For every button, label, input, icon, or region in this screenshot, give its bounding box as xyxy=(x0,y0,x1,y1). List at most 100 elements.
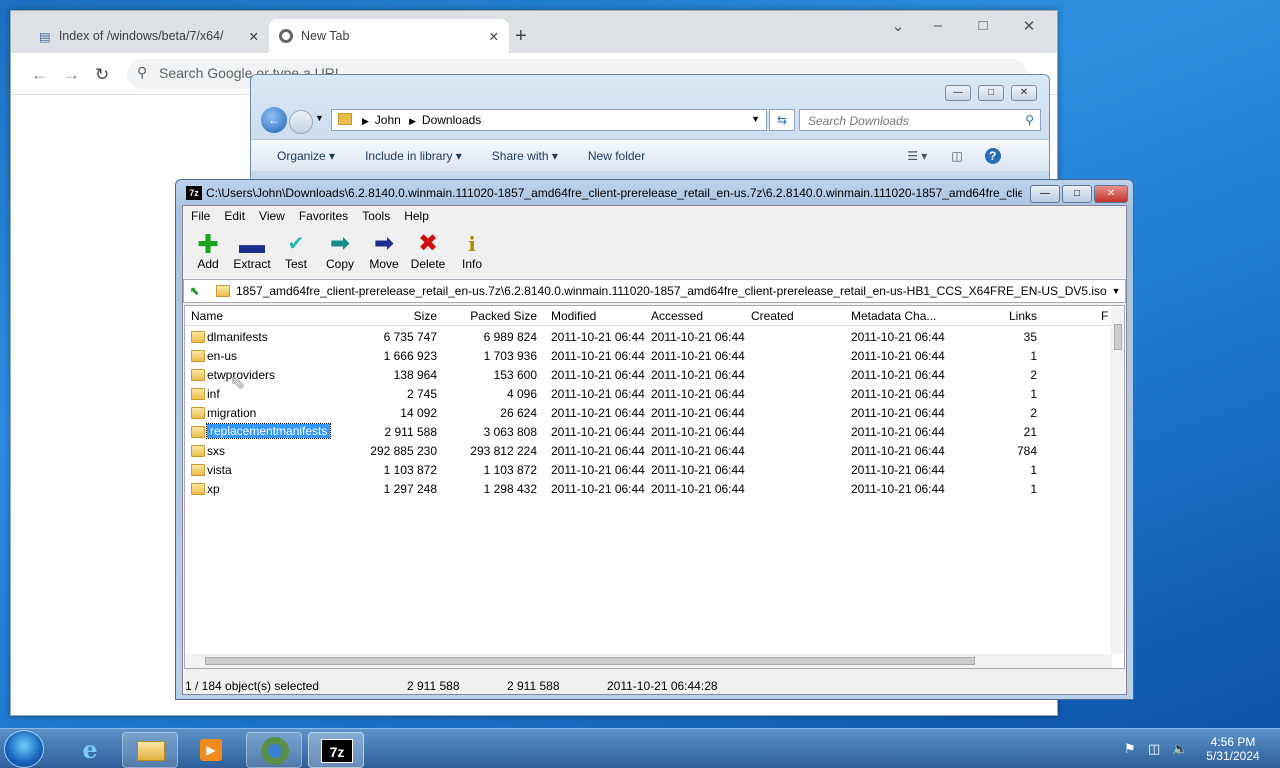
breadcrumb-john[interactable]: John xyxy=(375,113,401,127)
file-row[interactable]: etwproviders 138 964 153 600 2011-10-21 06:… xyxy=(185,366,1112,385)
file-explorer-icon[interactable] xyxy=(122,732,178,768)
menu-view[interactable]: View xyxy=(259,209,285,226)
network-icon[interactable]: ◫ xyxy=(1148,741,1160,757)
col-name[interactable]: Name xyxy=(191,309,223,323)
up-folder-icon[interactable]: ⬉ xyxy=(184,284,206,298)
forward-icon[interactable]: → xyxy=(63,65,80,85)
row-size: 138 964 xyxy=(393,368,437,382)
flag-icon[interactable]: ⚑ xyxy=(1124,741,1136,757)
breadcrumb-downloads[interactable]: Downloads xyxy=(422,113,481,127)
file-row[interactable]: dlmanifests 6 735 747 6 989 824 2011-10-21 … xyxy=(185,328,1112,347)
address-bar[interactable]: ▶ John ▶ Downloads ▼ xyxy=(331,109,767,131)
row-links: 2 xyxy=(1030,368,1037,382)
horizontal-scrollbar[interactable] xyxy=(185,654,1112,668)
move-button[interactable]: ➡ Move xyxy=(363,227,405,275)
start-button[interactable] xyxy=(4,730,44,768)
chrome-icon[interactable] xyxy=(246,732,302,768)
volume-muted-icon[interactable]: 🔈 xyxy=(1172,741,1188,757)
chevron-down-icon[interactable]: ⌄ xyxy=(883,17,913,35)
col-links[interactable]: Links xyxy=(945,309,1037,323)
delete-button[interactable]: ✖ Delete xyxy=(407,227,449,275)
row-links: 784 xyxy=(1016,444,1037,458)
file-row[interactable]: en-us 1 666 923 1 703 936 2011-10-21 06:44 2… xyxy=(185,347,1112,366)
maximize-icon[interactable]: □ xyxy=(968,17,998,34)
col-packed-size[interactable]: Packed Size xyxy=(445,309,537,323)
add-button[interactable]: ✚ Add xyxy=(187,227,229,275)
col-modified[interactable]: Modified xyxy=(551,309,596,323)
clock-date: 5/31/2024 xyxy=(1206,749,1260,763)
close-icon[interactable]: ✕ xyxy=(489,29,499,44)
chevron-down-icon[interactable]: ▼ xyxy=(1107,286,1125,296)
include-in-library-button[interactable]: Include in library ▾ xyxy=(365,149,462,163)
clock[interactable]: 4:56 PM 5/31/2024 xyxy=(1196,735,1270,763)
minimize-icon[interactable]: — xyxy=(945,85,971,101)
scroll-thumb[interactable] xyxy=(205,657,975,665)
help-icon[interactable]: ? xyxy=(984,147,1001,164)
search-input[interactable]: Search Downloads ⚲ xyxy=(799,109,1041,131)
col-metadata-changed[interactable]: Metadata Cha... xyxy=(851,309,936,323)
row-accessed: 2011-10-21 06:44 xyxy=(651,349,745,363)
close-icon[interactable]: ✕ xyxy=(249,29,259,44)
clock-time: 4:56 PM xyxy=(1210,735,1256,749)
reload-icon[interactable]: ↻ xyxy=(95,65,109,85)
tab-new-tab[interactable]: New Tab ✕ xyxy=(269,19,509,53)
row-packed-size: 1 703 936 xyxy=(483,349,537,363)
file-row[interactable]: sxs 292 885 230 293 812 224 2011-10-21 06:4… xyxy=(185,442,1112,461)
menu-edit[interactable]: Edit xyxy=(224,209,245,226)
info-button[interactable]: i Info xyxy=(451,227,493,275)
media-player-icon[interactable]: ▶ xyxy=(182,732,238,768)
folder-icon xyxy=(191,483,205,495)
chevron-down-icon[interactable]: ▼ xyxy=(315,113,324,123)
status-bar: 1 / 184 object(s) selected 2 911 588 2 9… xyxy=(183,676,1126,695)
preview-pane-icon[interactable]: ◫ xyxy=(951,149,962,163)
minimize-icon[interactable]: — xyxy=(1030,185,1060,203)
share-with-button[interactable]: Share with ▾ xyxy=(492,149,558,163)
col-size[interactable]: Size xyxy=(345,309,437,323)
col-f[interactable]: F xyxy=(1101,309,1108,323)
minimize-icon[interactable]: – xyxy=(923,17,953,34)
row-packed-size: 293 812 224 xyxy=(470,444,537,458)
search-placeholder: Search Downloads xyxy=(808,114,909,128)
file-row[interactable]: replacementmanifests 2 911 588 3 063 808 20… xyxy=(185,423,1112,442)
search-icon: ⚲ xyxy=(1025,113,1034,127)
back-icon[interactable]: ← xyxy=(31,65,48,85)
maximize-icon[interactable]: □ xyxy=(978,85,1004,101)
col-accessed[interactable]: Accessed xyxy=(651,309,703,323)
new-folder-button[interactable]: New folder xyxy=(588,149,645,163)
new-tab-icon[interactable]: + xyxy=(515,25,527,48)
extract-button[interactable]: ▬ Extract xyxy=(231,227,273,275)
close-icon[interactable]: ✕ xyxy=(1014,17,1044,35)
add-label: Add xyxy=(197,257,219,271)
maximize-icon[interactable]: □ xyxy=(1062,185,1092,203)
chevron-down-icon[interactable]: ▼ xyxy=(751,114,760,124)
file-row[interactable]: inf 2 745 4 096 2011-10-21 06:44 2011-10-21 … xyxy=(185,385,1112,404)
back-icon[interactable]: ← xyxy=(261,107,287,133)
arrow-right-icon: ➡ xyxy=(329,230,351,257)
scroll-thumb[interactable] xyxy=(1114,324,1122,350)
organize-button[interactable]: Organize ▾ xyxy=(277,149,335,163)
row-packed-size: 3 063 808 xyxy=(483,425,537,439)
close-icon[interactable]: ✕ xyxy=(1094,185,1128,203)
forward-icon[interactable] xyxy=(289,110,313,134)
row-modified: 2011-10-21 06:44 xyxy=(551,387,645,401)
menu-favorites[interactable]: Favorites xyxy=(299,209,348,226)
path-input[interactable]: 1857_amd64fre_client-prerelease_retail_e… xyxy=(236,284,1107,298)
tab-index-of-windows[interactable]: ▤ Index of /windows/beta/7/x64/ ✕ xyxy=(29,19,269,53)
menu-file[interactable]: File xyxy=(191,209,210,226)
chrome-tab-strip: ▤ Index of /windows/beta/7/x64/ ✕ New Ta… xyxy=(11,11,1057,53)
test-button[interactable]: ✔ Test xyxy=(275,227,317,275)
close-icon[interactable]: ✕ xyxy=(1011,85,1037,101)
file-row[interactable]: migration 14 092 26 624 2011-10-21 06:44 201… xyxy=(185,404,1112,423)
internet-explorer-icon[interactable]: e xyxy=(62,732,118,768)
refresh-icon[interactable]: ⇆ xyxy=(769,109,795,131)
file-row[interactable]: xp 1 297 248 1 298 432 2011-10-21 06:44 2011… xyxy=(185,480,1112,499)
col-created[interactable]: Created xyxy=(751,309,794,323)
view-options-icon[interactable]: ☰ ▾ xyxy=(907,149,927,163)
menu-help[interactable]: Help xyxy=(404,209,429,226)
vertical-scrollbar[interactable] xyxy=(1111,306,1124,654)
copy-button[interactable]: ➡ Copy xyxy=(319,227,361,275)
command-bar: Organize ▾ Include in library ▾ Share wi… xyxy=(251,139,1049,171)
menu-tools[interactable]: Tools xyxy=(362,209,390,226)
file-row[interactable]: vista 1 103 872 1 103 872 2011-10-21 06:44 2… xyxy=(185,461,1112,480)
7zip-icon[interactable]: 7z xyxy=(308,732,364,768)
